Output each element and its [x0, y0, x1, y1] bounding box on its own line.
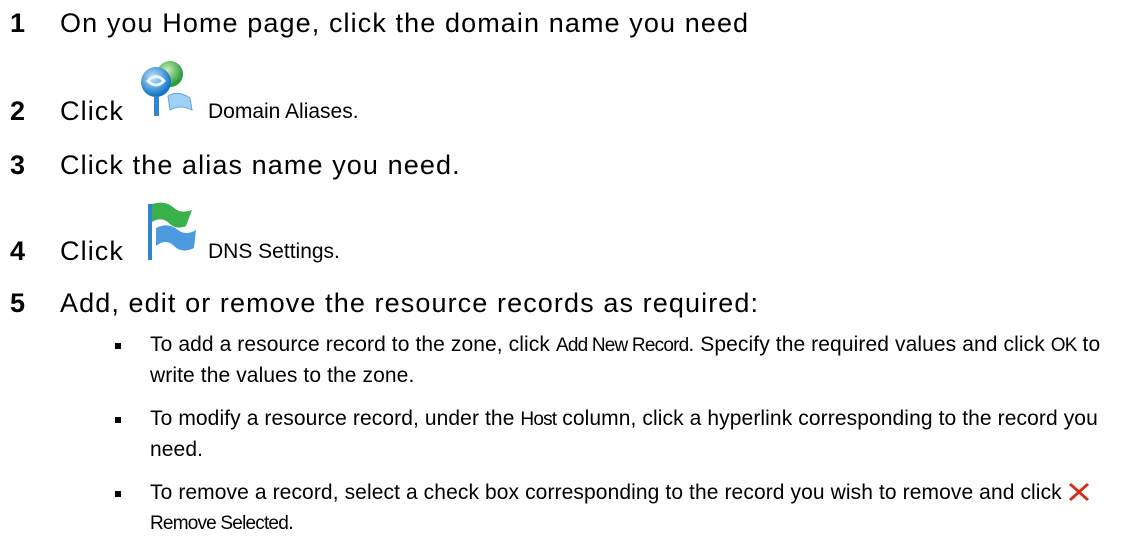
domain-aliases-icon: [141, 61, 193, 116]
step-number: 3: [10, 150, 26, 180]
step-text: On you Home page, click the domain name …: [60, 8, 750, 38]
step-text: Click the alias name you need.: [60, 150, 461, 180]
bullet-text-part: To add a resource record to the zone, cl…: [150, 333, 556, 356]
ui-label-add-new-record: Add New Record: [555, 335, 689, 356]
dns-settings-flag-icon: [148, 202, 196, 260]
bullet-text-part: To modify a resource record, under the: [150, 407, 521, 430]
step-click-word: Click: [60, 96, 124, 126]
bullet-text-part: . Specify the required values and click: [688, 333, 1051, 356]
ui-label-remove-selected: Remove Selected: [150, 513, 289, 534]
ui-label-ok: OK: [1050, 335, 1078, 356]
step-text: Click: [60, 236, 124, 267]
step-number: 5: [10, 288, 26, 318]
dns-settings-label: DNS Settings.: [208, 240, 340, 263]
remove-x-icon: [1068, 483, 1089, 501]
step-click-word: Click: [60, 236, 124, 266]
step-number: 1: [10, 8, 26, 38]
bullet-marker: [115, 417, 121, 423]
bullet-text: To remove a record, select a check box c…: [150, 478, 1140, 539]
bullet-marker: [115, 343, 121, 349]
bullet-text: To add a resource record to the zone, cl…: [150, 330, 1140, 391]
domain-aliases-label: Domain Aliases.: [208, 100, 359, 123]
bullet-marker: [115, 491, 121, 497]
step-number: 4: [10, 236, 26, 266]
bullet-text-part: To remove a record, select a check box c…: [150, 481, 1068, 504]
step-text: Add, edit or remove the resource records…: [60, 288, 760, 318]
step-number: 2: [10, 96, 26, 126]
bullet-text-part: .: [287, 511, 294, 534]
step-text: Click: [60, 96, 124, 127]
ui-label-host: Host: [520, 409, 557, 430]
bullet-text: To modify a resource record, under the H…: [150, 404, 1140, 465]
